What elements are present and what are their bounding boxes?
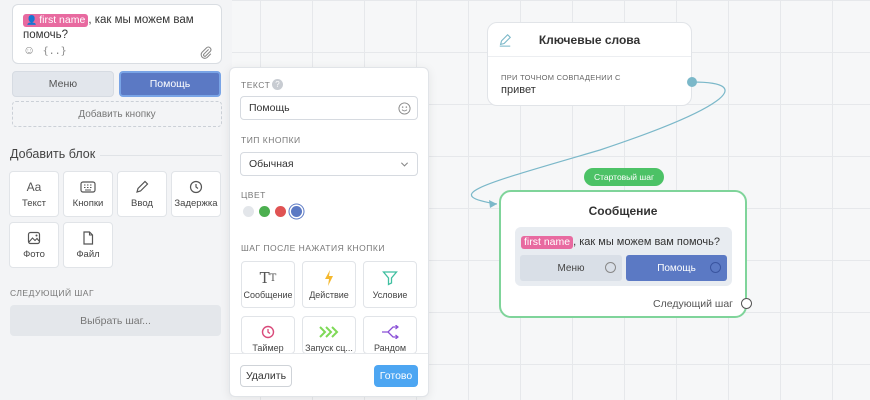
- delete-button[interactable]: Удалить: [240, 365, 292, 387]
- divider: [100, 155, 222, 156]
- action-timer-label: Таймер: [252, 343, 284, 353]
- block-photo[interactable]: Фото: [9, 222, 59, 268]
- color-option-blue[interactable]: [291, 206, 302, 217]
- add-block-title: Добавить блок: [10, 147, 96, 161]
- block-file[interactable]: Файл: [63, 222, 113, 268]
- pencil-icon: [135, 180, 149, 194]
- color-option-green[interactable]: [259, 206, 270, 217]
- color-option-red[interactable]: [275, 206, 286, 217]
- step-after-click-label: ШАГ ПОСЛЕ НАЖАТИЯ КНОПКИ: [241, 243, 385, 253]
- action-run-scenario-label: Запуск сц...: [305, 343, 353, 353]
- action-condition[interactable]: Условие: [363, 261, 417, 308]
- help-icon[interactable]: ?: [272, 79, 283, 90]
- action-run-scenario[interactable]: Запуск сц...: [302, 316, 356, 354]
- color-option-gray[interactable]: [243, 206, 254, 217]
- block-delay[interactable]: Задержка: [171, 171, 221, 217]
- block-delay-label: Задержка: [174, 197, 218, 209]
- variable-chip: first name: [521, 236, 574, 249]
- done-button[interactable]: Готово: [374, 365, 418, 387]
- block-text[interactable]: Aa Текст: [9, 171, 59, 217]
- filter-icon: [382, 269, 398, 287]
- message-button-menu-label: Меню: [557, 262, 585, 274]
- match-value: привет: [501, 84, 536, 96]
- action-message-label: Сообщение: [243, 290, 293, 300]
- message-text-body: , как мы можем вам помочь?: [573, 236, 720, 248]
- action-action-label: Действие: [309, 290, 349, 300]
- chevron-down-icon: [400, 162, 409, 167]
- timer-icon: [261, 323, 275, 340]
- button-text-value: Помощь: [249, 102, 290, 114]
- action-condition-label: Условие: [372, 290, 408, 300]
- text-label: ТЕКСТ: [241, 80, 271, 90]
- lightning-icon: [323, 269, 335, 287]
- block-text-label: Текст: [22, 197, 46, 209]
- left-panel: 👤 first name, как мы можем вам помочь? ☺ …: [0, 0, 232, 400]
- button-text-input[interactable]: Помощь: [240, 96, 418, 120]
- match-label: ПРИ ТОЧНОМ СОВПАДЕНИИ С: [501, 73, 621, 82]
- message-text: first name, как мы можем вам помочь?: [521, 236, 720, 249]
- split-icon: [381, 323, 399, 340]
- keywords-output-port[interactable]: [687, 77, 697, 87]
- keywords-node[interactable]: Ключевые слова ПРИ ТОЧНОМ СОВПАДЕНИИ С п…: [487, 22, 692, 106]
- variable-chip[interactable]: 👤 first name: [23, 14, 89, 27]
- block-input-label: Ввод: [131, 197, 153, 209]
- person-icon: 👤: [26, 15, 38, 25]
- clock-icon: [189, 180, 203, 194]
- next-step-port[interactable]: [741, 298, 752, 309]
- file-icon: [82, 230, 94, 245]
- text-icon: Aa: [26, 179, 42, 194]
- button-port-icon[interactable]: [710, 262, 721, 273]
- braces-icon[interactable]: {..}: [43, 46, 67, 57]
- block-buttons[interactable]: Кнопки: [63, 171, 113, 217]
- smile-icon[interactable]: ☺: [23, 43, 35, 57]
- add-button-button[interactable]: Добавить кнопку: [12, 101, 222, 127]
- button-type-select[interactable]: Обычная: [240, 152, 418, 176]
- chevrons-right-icon: [319, 323, 339, 340]
- block-photo-label: Фото: [23, 248, 45, 260]
- action-random[interactable]: Рандом: [363, 316, 417, 354]
- message-editor[interactable]: 👤 first name, как мы можем вам помочь? ☺ …: [12, 4, 222, 64]
- keywords-node-header: Ключевые слова: [488, 23, 691, 57]
- block-input[interactable]: Ввод: [117, 171, 167, 217]
- image-icon: [27, 231, 41, 245]
- message-bubble: first name, как мы можем вам помочь? Мен…: [515, 227, 732, 286]
- block-file-label: Файл: [76, 248, 100, 260]
- message-button-help-label: Помощь: [657, 262, 696, 274]
- next-step-title: СЛЕДУЮЩИЙ ШАГ: [10, 288, 95, 298]
- keywords-node-title: Ключевые слова: [538, 32, 641, 47]
- block-buttons-label: Кнопки: [72, 197, 104, 209]
- action-action[interactable]: Действие: [302, 261, 356, 308]
- message-node[interactable]: Сообщение first name, как мы можем вам п…: [499, 190, 747, 318]
- action-random-label: Рандом: [373, 343, 407, 353]
- button-type-value: Обычная: [249, 158, 294, 170]
- text-type-icon: TT: [259, 269, 277, 287]
- start-step-badge: Стартовый шаг: [584, 168, 664, 186]
- paperclip-icon[interactable]: [199, 45, 213, 59]
- smile-icon[interactable]: [398, 102, 411, 115]
- divider: [230, 353, 428, 354]
- button-type-label: ТИП КНОПКИ: [241, 135, 301, 145]
- action-message[interactable]: TT Сообщение: [241, 261, 295, 308]
- choose-step-button[interactable]: Выбрать шаг...: [10, 305, 221, 336]
- edit-icon[interactable]: [498, 33, 512, 47]
- button-settings-popup: ТЕКСТ ? Помощь ТИП КНОПКИ Обычная ЦВЕТ Ш…: [229, 67, 429, 397]
- keyboard-icon: [80, 180, 96, 194]
- editor-tools: ☺ {..}: [23, 43, 71, 59]
- message-button-help[interactable]: Помощь: [626, 255, 727, 281]
- message-button-menu[interactable]: Меню: [520, 255, 622, 281]
- help-button[interactable]: Помощь: [119, 71, 221, 97]
- message-node-title: Сообщение: [588, 204, 658, 218]
- menu-button[interactable]: Меню: [12, 71, 114, 97]
- button-port-icon[interactable]: [605, 262, 616, 273]
- next-step-label: Следующий шаг: [653, 298, 733, 310]
- action-timer[interactable]: Таймер: [241, 316, 295, 354]
- color-label: ЦВЕТ: [241, 190, 266, 200]
